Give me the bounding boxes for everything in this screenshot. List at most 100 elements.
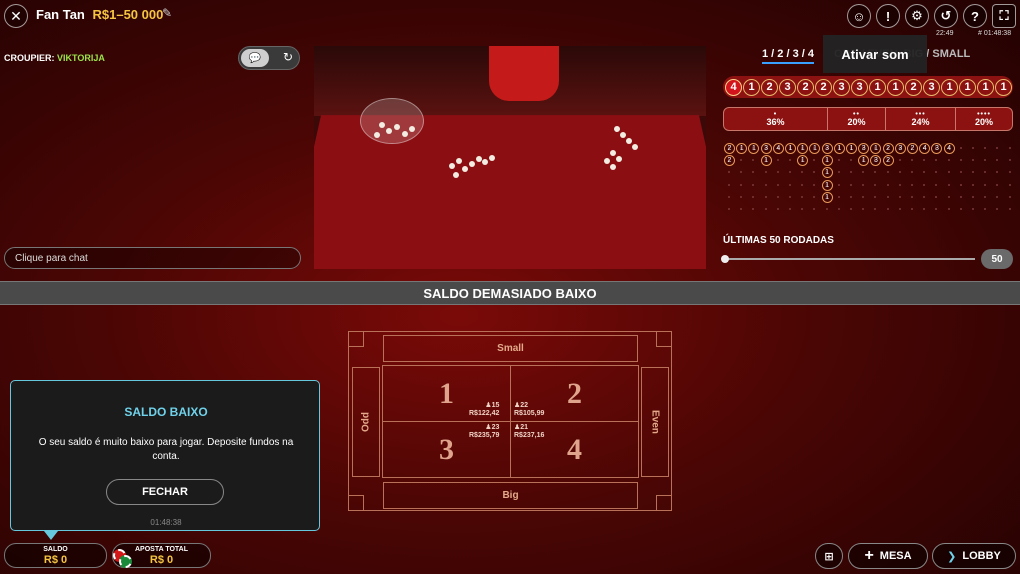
roadmap-dot [898,183,901,186]
result-circle: 2 [815,78,832,96]
result-circle: 3 [833,78,850,96]
bead [632,144,638,150]
roadmap-cell: 1 [833,143,845,154]
bet-even[interactable]: Even [641,367,669,477]
history-icon[interactable]: ↺ [934,4,958,28]
pct-4-value: 20% [974,117,993,127]
bet-odd[interactable]: Odd [352,367,380,477]
sound-tooltip: Ativar som [823,35,927,73]
total-bet-label: APOSTA TOTAL [134,545,189,553]
table-button[interactable]: + MESA [848,543,928,569]
chat-toggle[interactable]: 💬 ↻ [238,46,300,70]
roadmap-dot [898,195,901,198]
close-button[interactable]: ✕ [4,4,28,28]
chip-green [119,555,132,568]
modal-time: 01:48:38 [150,518,182,527]
stats-4-players: 21 [520,424,529,431]
toolbar-icons: ☺ ! ⚙ ↺ ? ⛶ [847,4,1016,28]
bead [489,155,495,161]
roadmap-cell: 2 [882,143,894,154]
roadmap-cell: 1 [821,179,833,191]
stats-1-players: 15 [491,402,500,409]
roadmap-dot [850,208,852,210]
bead [614,126,620,132]
roadmap-cell: 2 [882,155,894,167]
roadmap-cell: 2 [724,143,735,154]
chat-input[interactable]: Clique para chat [4,247,301,269]
game-title-bar: Fan Tan R$1–50 000 [36,7,163,22]
roadmap-cell: 1 [760,155,772,167]
pct-4: •••• 20% [956,108,1012,130]
roadmap-cell: 1 [785,143,796,154]
roadmap-dot [764,195,767,198]
round-id: # 01:48:38 [978,30,1012,37]
bead [482,159,488,165]
lobby-icon: ❯ [947,550,957,563]
croupier-name: VIKTORIJA [57,53,105,63]
refresh-icon[interactable]: ↻ [283,50,293,64]
gear-icon[interactable]: ⚙ [905,4,929,28]
accessibility-icon[interactable]: ☺ [847,4,871,28]
result-circle: 3 [851,78,868,96]
modal-message: O seu saldo é muito baixo para jogar. De… [38,437,294,462]
roadmap-dot [972,183,974,186]
roadmap-dot [947,195,950,198]
pct-2-value: 20% [847,117,866,127]
chips-icon [113,547,135,569]
lobby-button[interactable]: ❯ LOBBY [932,543,1016,569]
result-circle: 2 [797,78,814,96]
low-balance-banner: SALDO DEMASIADO BAIXO [0,281,1020,305]
bet-limits[interactable]: R$1–50 000 [93,7,164,22]
fullscreen-icon[interactable]: ⛶ [992,4,1016,28]
total-bet-value: R$ 0 [149,553,174,566]
balance-display[interactable]: SALDO R$ 0 [4,543,107,568]
roadmap-dot [972,208,974,210]
modal-title: SALDO BAIXO [124,405,208,419]
bead [626,138,632,144]
roadmap-dot [728,183,730,186]
chat-bubbles-icon[interactable]: 💬 [241,49,269,67]
bead [456,158,462,164]
bead [469,161,475,167]
board-corner [656,331,672,347]
lobby-button-label: LOBBY [962,550,1001,562]
pin-icon[interactable]: ✎ [162,6,172,20]
roadmap-dot [862,183,865,186]
roadmap-dot [911,195,913,198]
percentage-bar: • 36% •• 20% ••• 24% •••• 20% [723,107,1013,131]
close-modal-button[interactable]: FECHAR [106,479,224,505]
balance-label: SALDO [43,545,68,553]
bet-number-2-label: 2 [567,376,582,410]
roadmap-dot [776,183,779,186]
game-title: Fan Tan [36,7,85,22]
live-video [314,46,706,269]
roadmap-dot [1008,195,1011,198]
bead [402,131,408,137]
roadmap-cell: 3 [760,143,772,154]
pct-3-value: 24% [911,117,930,127]
tables-grid-button[interactable]: ⊞ [815,543,843,569]
result-circle: 2 [761,78,778,96]
board-corner [656,495,672,511]
pct-1: • 36% [724,108,828,130]
help-icon[interactable]: ? [963,4,987,28]
stats-2-players: 22 [520,402,529,409]
info-icon[interactable]: ! [876,4,900,28]
roadmap-dot [1008,147,1011,149]
roadmap-dot [911,183,913,186]
bead [462,166,468,172]
bead [604,158,610,164]
bet-small[interactable]: Small [383,335,638,362]
bet-big[interactable]: Big [383,482,638,509]
bead [379,122,385,128]
rounds-slider[interactable] [725,258,975,260]
tab-numbers[interactable]: 1 / 2 / 3 / 4 [762,48,814,64]
board-corner [348,331,364,347]
result-circle: 1 [887,78,904,96]
roadmap-dot [947,208,950,210]
rounds-slider-knob[interactable] [721,255,729,263]
roadmap-cell: 2 [907,143,918,154]
result-circle: 1 [941,78,958,96]
bead [386,128,392,134]
result-circle: 1 [743,78,760,96]
